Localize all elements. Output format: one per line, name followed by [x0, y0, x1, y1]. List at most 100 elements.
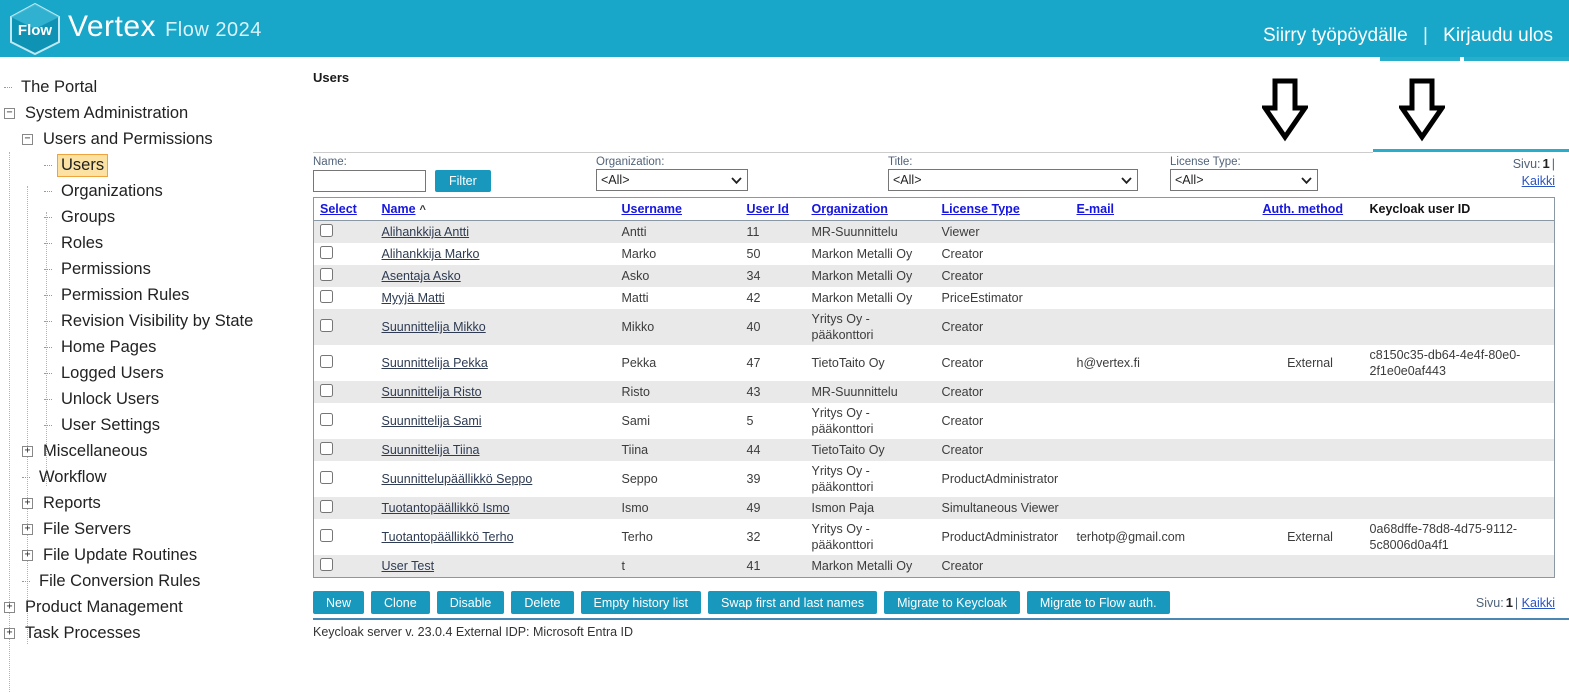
expand-icon[interactable]: + [22, 498, 33, 509]
row-select-checkbox[interactable] [320, 319, 333, 332]
row-select-checkbox[interactable] [320, 290, 333, 303]
sidebar-item-the-portal[interactable]: The Portal [0, 74, 310, 100]
sidebar-item-system-administration[interactable]: −System Administration [0, 100, 310, 126]
row-select-checkbox[interactable] [320, 471, 333, 484]
sidebar-item-label[interactable]: Permission Rules [57, 284, 193, 307]
user-name-link[interactable]: Alihankkija Marko [382, 247, 480, 261]
sidebar-item-home-pages[interactable]: Home Pages [0, 334, 310, 360]
user-name-link[interactable]: Tuotantopäällikkö Terho [382, 530, 514, 544]
row-select-checkbox[interactable] [320, 558, 333, 571]
title-filter-select[interactable]: <All> [888, 169, 1138, 191]
user-name-link[interactable]: Suunnittelija Tiina [382, 443, 480, 457]
user-name-link[interactable]: User Test [382, 559, 435, 573]
empty-history-list-button[interactable]: Empty history list [581, 591, 701, 614]
sidebar-item-miscellaneous[interactable]: + Miscellaneous [0, 438, 310, 464]
sidebar-item-label[interactable]: Reports [39, 492, 105, 515]
delete-button[interactable]: Delete [511, 591, 573, 614]
sidebar-item-label[interactable]: File Update Routines [39, 544, 201, 567]
expand-icon[interactable]: + [4, 628, 15, 639]
sidebar-item-label[interactable]: Roles [57, 232, 107, 255]
sidebar-item-label[interactable]: Product Management [21, 596, 187, 619]
disable-button[interactable]: Disable [437, 591, 505, 614]
go-to-desktop-link[interactable]: Siirry työpöydälle [1263, 25, 1408, 46]
sidebar-item-label[interactable]: User Settings [57, 414, 164, 437]
sidebar-item-label[interactable]: The Portal [17, 76, 101, 99]
column-sort-link[interactable]: Organization [812, 202, 888, 216]
new-button[interactable]: New [313, 591, 364, 614]
user-name-link[interactable]: Suunnittelija Pekka [382, 356, 488, 370]
user-name-link[interactable]: Suunnittelija Risto [382, 385, 482, 399]
row-select-checkbox[interactable] [320, 500, 333, 513]
show-all-link[interactable]: Kaikki [1522, 596, 1555, 610]
column-sort-link[interactable]: Username [622, 202, 682, 216]
swap-first-and-last-names-button[interactable]: Swap first and last names [708, 591, 877, 614]
license-type-filter-select[interactable]: <All> [1170, 169, 1318, 191]
sidebar-item-label[interactable]: Users [57, 154, 108, 177]
user-name-link[interactable]: Myyjä Matti [382, 291, 445, 305]
collapse-icon[interactable]: − [22, 134, 33, 145]
row-select-checkbox[interactable] [320, 246, 333, 259]
sidebar-item-file-servers[interactable]: + File Servers [0, 516, 310, 542]
name-filter-input[interactable] [313, 170, 426, 192]
sidebar-item-label[interactable]: Task Processes [21, 622, 145, 645]
sidebar-item-product-management[interactable]: + Product Management [0, 594, 310, 620]
expand-icon[interactable]: + [4, 602, 15, 613]
sidebar-item-task-processes[interactable]: + Task Processes [0, 620, 310, 646]
sidebar-item-label[interactable]: Miscellaneous [39, 440, 152, 463]
sidebar-item-label[interactable]: Organizations [57, 180, 167, 203]
sidebar-item-permissions[interactable]: Permissions [0, 256, 310, 282]
logout-link[interactable]: Kirjaudu ulos [1443, 25, 1553, 46]
sidebar-item-workflow[interactable]: Workflow [0, 464, 310, 490]
sidebar-item-logged-users[interactable]: Logged Users [0, 360, 310, 386]
column-sort-link[interactable]: Name [382, 202, 416, 216]
sidebar-item-label[interactable]: System Administration [21, 102, 192, 125]
sidebar-item-organizations[interactable]: Organizations [0, 178, 310, 204]
row-select-checkbox[interactable] [320, 268, 333, 281]
sidebar-item-roles[interactable]: Roles [0, 230, 310, 256]
sidebar-item-revision-visibility-by-state[interactable]: Revision Visibility by State [0, 308, 310, 334]
row-select-checkbox[interactable] [320, 355, 333, 368]
filter-button[interactable]: Filter [435, 170, 491, 192]
user-name-link[interactable]: Suunnittelupäällikkö Seppo [382, 472, 533, 486]
sidebar-item-label[interactable]: Groups [57, 206, 119, 229]
row-select-checkbox[interactable] [320, 413, 333, 426]
migrate-to-flow-auth-button[interactable]: Migrate to Flow auth. [1027, 591, 1170, 614]
sidebar-item-label[interactable]: File Servers [39, 518, 135, 541]
sidebar-item-groups[interactable]: Groups [0, 204, 310, 230]
sidebar-item-label[interactable]: Workflow [35, 466, 111, 489]
column-sort-link[interactable]: Select [320, 202, 357, 216]
column-sort-link[interactable]: License Type [942, 202, 1020, 216]
sidebar-item-file-update-routines[interactable]: + File Update Routines [0, 542, 310, 568]
show-all-link[interactable]: Kaikki [1522, 174, 1555, 188]
clone-button[interactable]: Clone [371, 591, 430, 614]
row-select-checkbox[interactable] [320, 384, 333, 397]
sidebar-item-label[interactable]: Revision Visibility by State [57, 310, 257, 333]
user-name-link[interactable]: Tuotantopäällikkö Ismo [382, 501, 510, 515]
user-name-link[interactable]: Asentaja Asko [382, 269, 461, 283]
sidebar-item-label[interactable]: Home Pages [57, 336, 160, 359]
sidebar-item-reports[interactable]: + Reports [0, 490, 310, 516]
sidebar-item-user-settings[interactable]: User Settings [0, 412, 310, 438]
expand-icon[interactable]: + [22, 550, 33, 561]
expand-icon[interactable]: + [22, 524, 33, 535]
sidebar-item-label[interactable]: Users and Permissions [39, 128, 217, 151]
sidebar-item-permission-rules[interactable]: Permission Rules [0, 282, 310, 308]
sidebar-item-label[interactable]: Unlock Users [57, 388, 163, 411]
row-select-checkbox[interactable] [320, 442, 333, 455]
user-name-link[interactable]: Alihankkija Antti [382, 225, 470, 239]
sidebar-item-label[interactable]: File Conversion Rules [35, 570, 204, 593]
user-name-link[interactable]: Suunnittelija Mikko [382, 320, 486, 334]
sidebar-item-file-conversion-rules[interactable]: File Conversion Rules [0, 568, 310, 594]
sidebar-item-unlock-users[interactable]: Unlock Users [0, 386, 310, 412]
migrate-to-keycloak-button[interactable]: Migrate to Keycloak [884, 591, 1020, 614]
collapse-icon[interactable]: − [4, 108, 15, 119]
row-select-checkbox[interactable] [320, 224, 333, 237]
column-sort-link[interactable]: E-mail [1077, 202, 1115, 216]
row-select-checkbox[interactable] [320, 529, 333, 542]
expand-icon[interactable]: + [22, 446, 33, 457]
sidebar-item-users-and-permissions[interactable]: −Users and Permissions [0, 126, 310, 152]
sidebar-item-label[interactable]: Permissions [57, 258, 155, 281]
organization-filter-select[interactable]: <All> [596, 169, 748, 191]
user-name-link[interactable]: Suunnittelija Sami [382, 414, 482, 428]
column-sort-link[interactable]: Auth. method [1263, 202, 1344, 216]
